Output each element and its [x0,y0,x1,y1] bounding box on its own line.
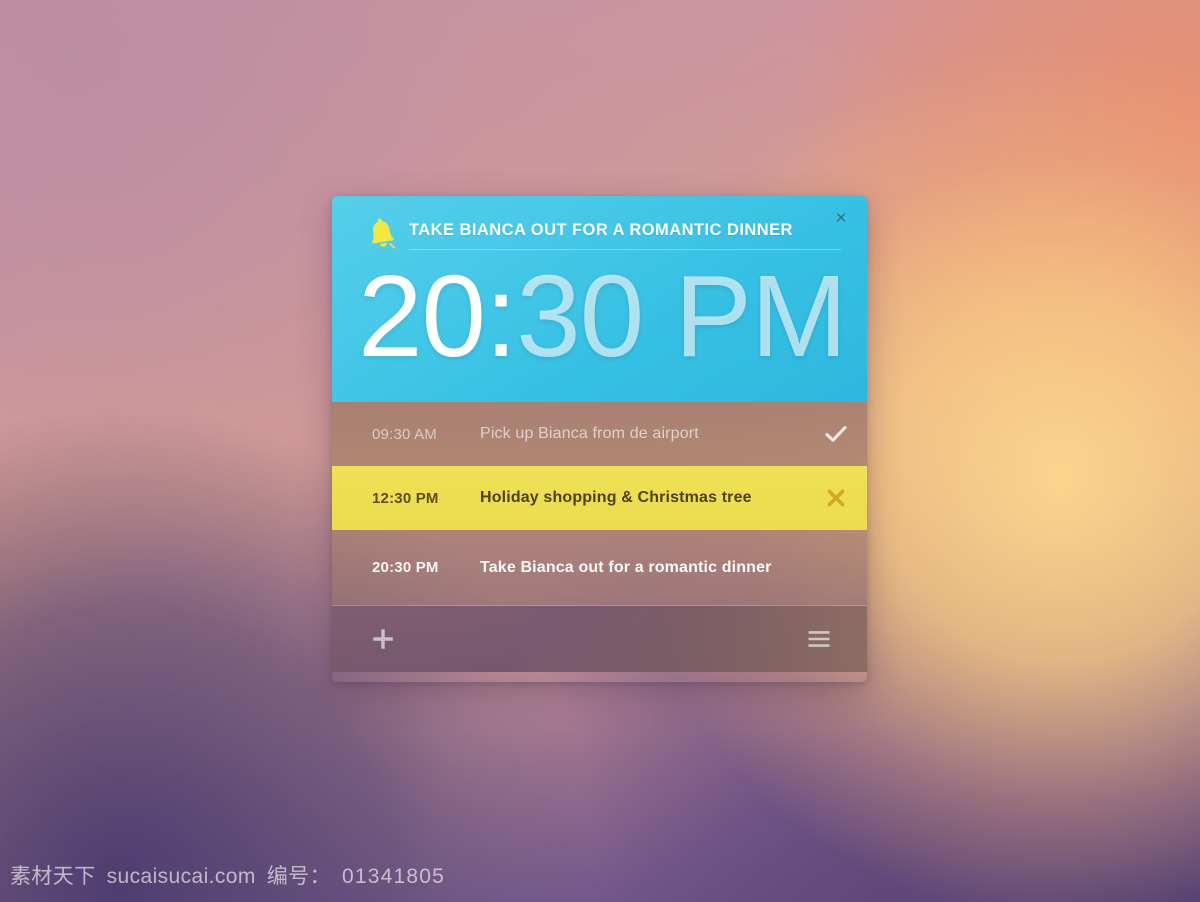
table-row[interactable]: 09:30 AM Pick up Bianca from de airport [332,402,867,466]
check-icon[interactable] [805,425,867,443]
watermark-id-label: 编号： [266,865,331,888]
task-list: 09:30 AM Pick up Bianca from de airport … [332,402,867,606]
task-time: 20:30 PM [372,559,439,576]
task-label: Holiday shopping & Christmas tree [480,489,752,506]
alarm-clock-display: 20:30 PM [358,258,848,374]
task-label: Take Bianca out for a romantic dinner [480,558,772,576]
watermark-id-number: 01341805 [341,865,446,888]
task-time: 09:30 AM [372,425,437,443]
watermark-domain: sucaisucai.com [106,865,256,888]
table-row[interactable]: 12:30 PM Holiday shopping & Christmas tr… [332,466,867,530]
clock-hours: 20: [358,251,517,381]
task-time: 12:30 PM [372,489,439,507]
alarm-notification-card: × TAKE BIANCA OUT FOR A ROMANTIC DINNER … [332,196,867,682]
task-label: Pick up Bianca from de airport [480,425,699,442]
hamburger-menu-icon[interactable] [807,630,831,648]
watermark-site-label: 素材天下 [10,865,96,888]
alarm-title-row: TAKE BIANCA OUT FOR A ROMANTIC DINNER [358,218,841,252]
alarm-card-footer [332,606,867,672]
clock-minutes-meridiem: 30 PM [516,251,847,381]
watermark: 素材天下 sucaisucai.com 编号： 01341805 [10,860,445,890]
close-icon[interactable]: × [827,204,855,232]
alarm-title: TAKE BIANCA OUT FOR A ROMANTIC DINNER [409,221,841,250]
plus-icon[interactable] [370,626,396,652]
alarm-card-header: × TAKE BIANCA OUT FOR A ROMANTIC DINNER … [332,196,867,402]
cross-icon[interactable] [805,488,867,508]
desktop-wallpaper: × TAKE BIANCA OUT FOR A ROMANTIC DINNER … [0,0,1200,902]
table-row[interactable]: 20:30 PM Take Bianca out for a romantic … [332,530,867,606]
bell-icon [366,216,399,254]
